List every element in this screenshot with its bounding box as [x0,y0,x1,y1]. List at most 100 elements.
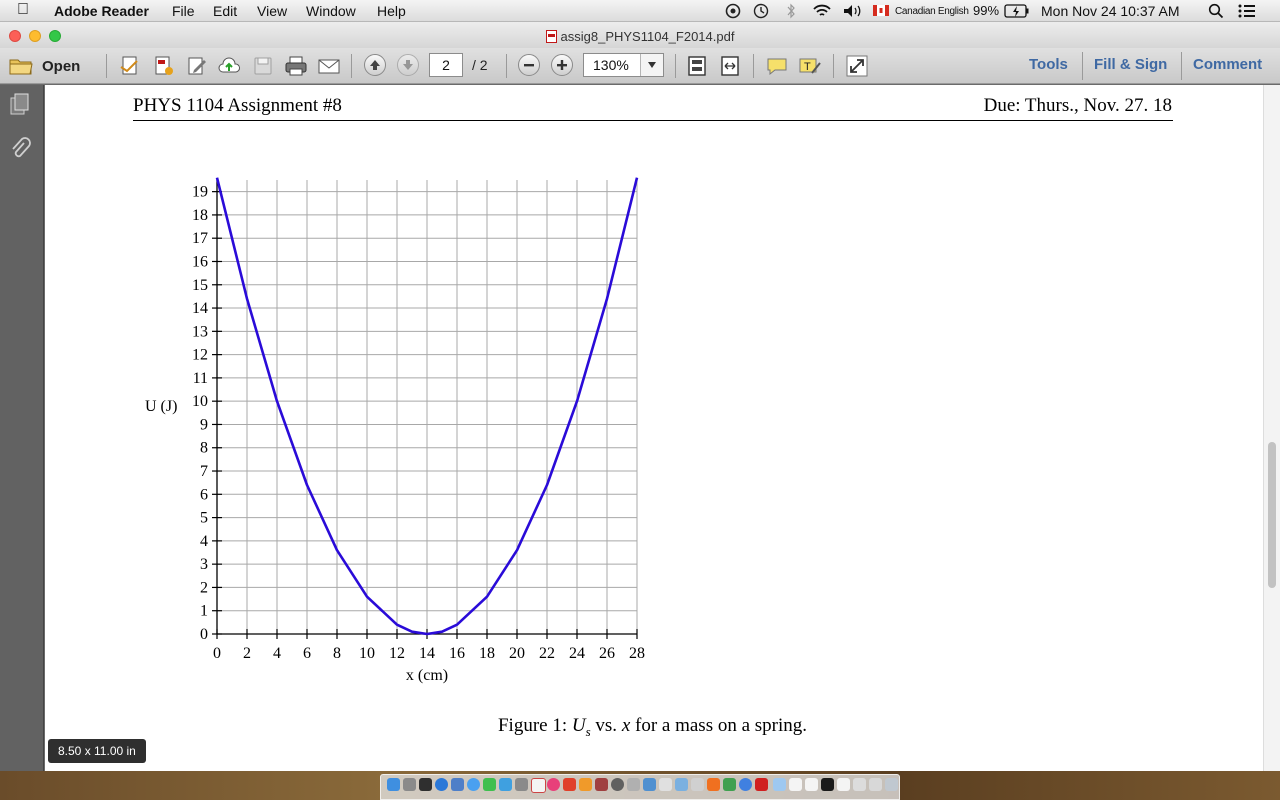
toolbar-separator [1181,52,1182,80]
terminal-dock-icon[interactable] [419,778,432,791]
x-tick-label: 14 [419,645,435,662]
applications-folder-dock-icon[interactable] [773,778,786,791]
launchpad-dock-icon[interactable] [403,778,416,791]
y-tick-label: 2 [200,579,208,596]
itunes-dock-icon[interactable] [547,778,560,791]
messages-dock-icon[interactable] [483,778,496,791]
x-tick-label: 16 [449,645,465,662]
calculator-dock-icon[interactable] [691,778,704,791]
vlc-dock-icon[interactable] [707,778,720,791]
toolbar-separator [675,54,676,78]
tools-pane-button[interactable]: Tools [1029,56,1068,73]
volume-icon[interactable] [842,3,864,19]
create-pdf-button[interactable] [118,54,142,78]
menu-help[interactable]: Help [377,3,406,19]
menu-edit[interactable]: Edit [213,3,237,19]
toolbar-separator [106,54,107,78]
fit-page-button[interactable] [685,54,709,78]
fit-width-button[interactable] [718,54,742,78]
sync-icon[interactable] [725,3,741,19]
paperclip-icon [12,137,31,158]
save-button[interactable] [251,54,275,78]
menu-app-name[interactable]: Adobe Reader [54,3,149,19]
y-tick-label: 10 [192,393,208,410]
zoom-select[interactable]: 130% [583,53,664,77]
ibooks-dock-icon[interactable] [579,778,592,791]
preview-dock-icon[interactable] [643,778,656,791]
page-number-input[interactable]: 2 [429,53,463,77]
menu-view[interactable]: View [257,3,287,19]
page-total-label: / 2 [472,57,488,73]
apple-menu-icon[interactable]:  [17,1,29,19]
zoom-in-button[interactable] [551,54,573,76]
system-preferences-dock-icon[interactable] [611,778,624,791]
contacts-dock-icon[interactable] [515,778,528,791]
photo-booth-dock-icon[interactable] [563,778,576,791]
navigation-sidebar [0,85,44,771]
terminal-window-dock-icon[interactable] [821,778,834,791]
print-button[interactable] [284,54,308,78]
menu-window[interactable]: Window [306,3,356,19]
help-dock-icon[interactable] [659,778,672,791]
input-source-label[interactable]: Canadian English [895,6,969,17]
minimized-window-dock-icon[interactable] [869,778,882,791]
notification-center-icon[interactable] [1238,4,1256,18]
toolbar-separator [506,54,507,78]
header-rule [133,120,1173,121]
spotlight-search-icon[interactable] [1208,3,1224,19]
fill-sign-pane-button[interactable]: Fill & Sign [1094,56,1167,73]
chrome-dock-icon[interactable] [739,778,752,791]
adobe-reader-dock-icon[interactable] [755,778,768,791]
toolbar-separator [1082,52,1083,80]
vertical-scrollbar-thumb[interactable] [1268,442,1276,588]
downloads-folder-dock-icon[interactable] [805,778,818,791]
zoom-out-button[interactable] [518,54,540,76]
comment-pane-button[interactable]: Comment [1193,56,1262,73]
pdf-file-icon [545,30,557,43]
plus-icon [557,60,567,70]
x-tick-label: 4 [273,645,281,662]
wifi-icon[interactable] [812,3,832,19]
edit-pdf-button[interactable] [185,54,209,78]
mail-dock-icon[interactable] [451,778,464,791]
trash-dock-icon[interactable] [885,778,898,791]
page-thumbnails-button[interactable] [9,93,31,122]
facetime-dock-icon[interactable] [499,778,512,791]
vertical-scrollbar[interactable] [1263,85,1280,771]
excel-dock-icon[interactable] [723,778,736,791]
upload-cloud-button[interactable] [218,54,242,78]
time-machine-icon[interactable] [753,3,769,19]
y-tick-label: 7 [200,463,208,480]
battery-icon[interactable] [1004,4,1030,18]
document-window-dock-icon[interactable] [837,778,850,791]
fit-page-icon [688,56,706,76]
y-tick-label: 4 [200,533,208,550]
attachments-button[interactable] [9,137,31,168]
menu-file[interactable]: File [172,3,195,19]
battery-percent[interactable]: 99% [973,3,999,18]
menu-clock[interactable]: Mon Nov 24 10:37 AM [1041,3,1180,19]
open-button[interactable]: Open [8,54,80,78]
email-button[interactable] [317,54,341,78]
open-button-label: Open [42,57,81,75]
canada-flag-icon[interactable] [873,5,889,16]
safari-dock-icon[interactable] [467,778,480,791]
textedit-dock-icon[interactable] [627,778,640,791]
previous-page-button[interactable] [364,54,386,76]
grapher-dock-icon[interactable] [675,778,688,791]
export-pdf-button[interactable] [152,54,176,78]
documents-folder-dock-icon[interactable] [789,778,802,791]
photos-dock-icon[interactable] [595,778,608,791]
y-tick-label: 17 [192,230,208,247]
sticky-note-button[interactable] [765,54,789,78]
calendar-dock-icon[interactable] [531,778,546,793]
app-store-dock-icon[interactable] [435,778,448,791]
bluetooth-icon[interactable] [785,3,797,19]
finder-dock-icon[interactable] [387,778,400,791]
next-page-button[interactable] [397,54,419,76]
highlighter-icon: T [799,58,821,74]
y-tick-label: 15 [192,277,208,294]
full-screen-button[interactable] [845,54,869,78]
highlight-text-button[interactable]: T [798,54,822,78]
minimized-window-dock-icon[interactable] [853,778,866,791]
